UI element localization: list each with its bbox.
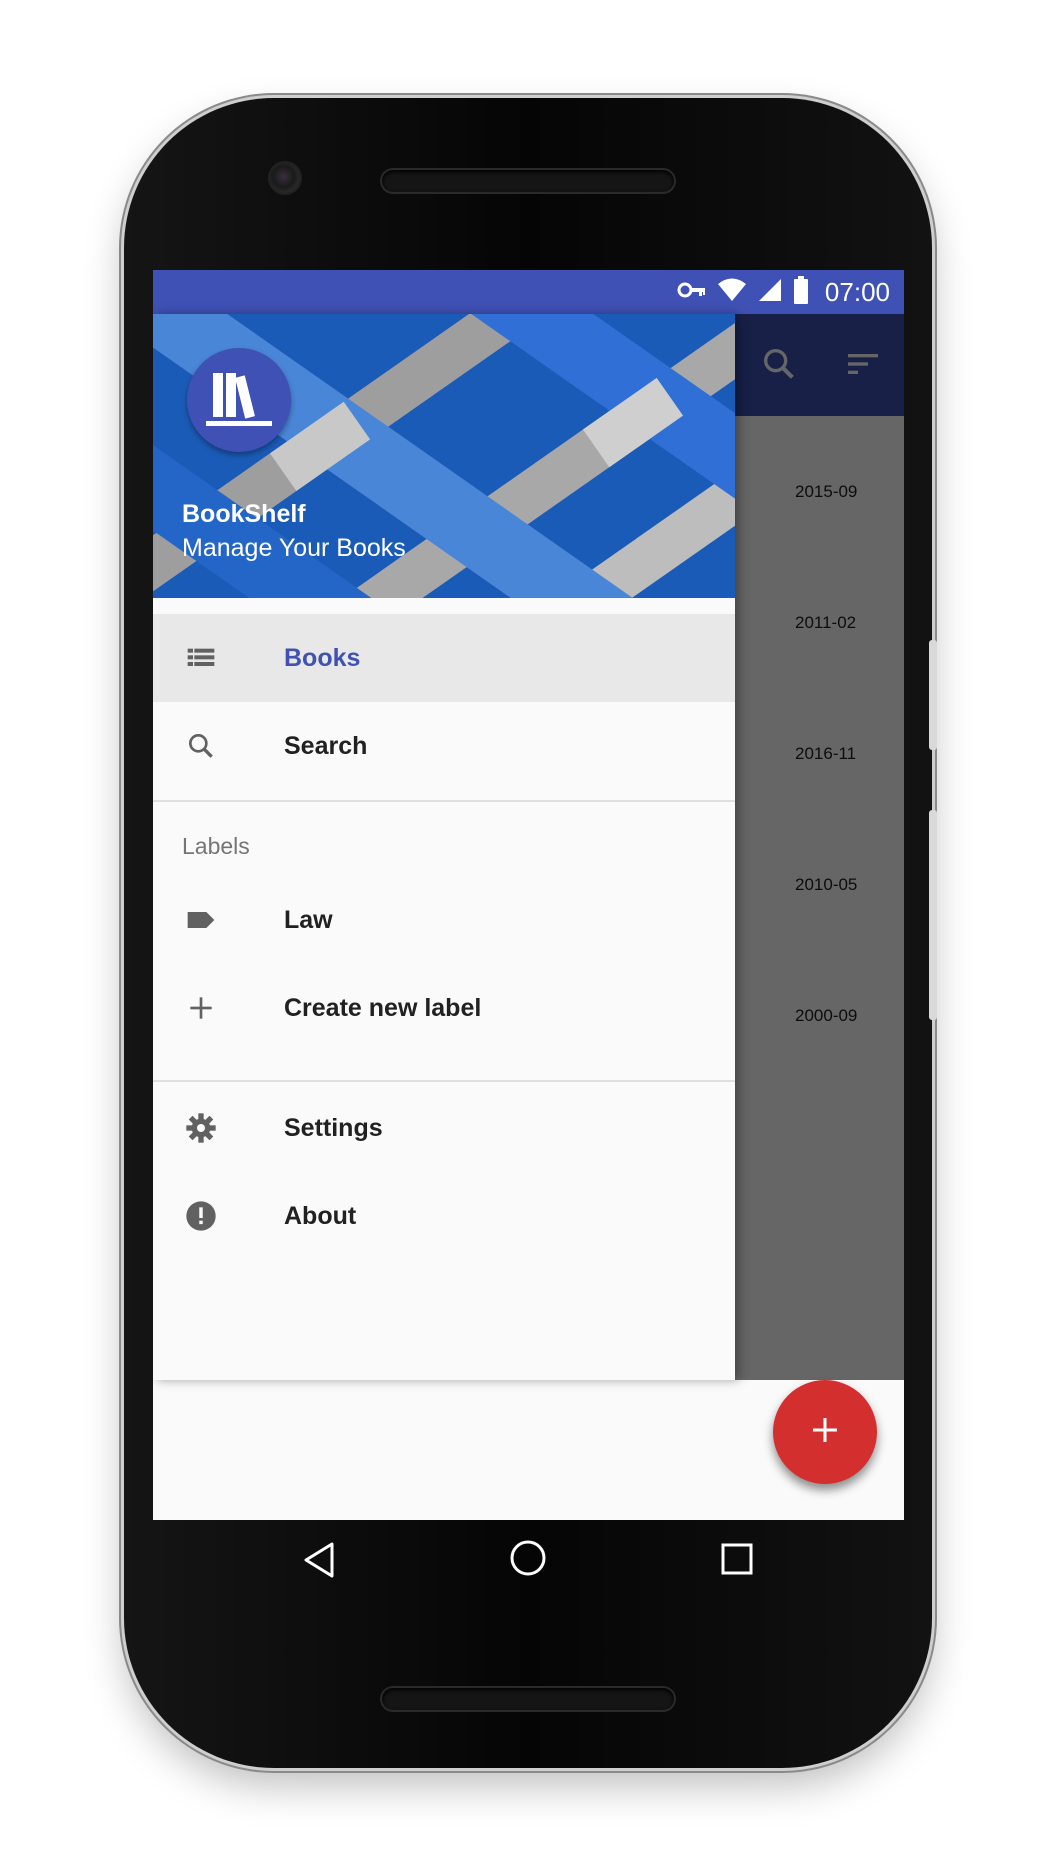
battery-icon xyxy=(793,275,809,309)
drawer-item-label: Books xyxy=(284,643,361,672)
plus-icon xyxy=(807,1412,843,1453)
volume-button xyxy=(929,810,937,1020)
drawer-item-label: Settings xyxy=(284,1113,383,1142)
drawer-item-settings[interactable]: Settings xyxy=(153,1084,735,1172)
drawer-item-law[interactable]: Law xyxy=(153,876,735,964)
drawer-item-search[interactable]: Search xyxy=(153,702,735,790)
search-icon xyxy=(185,730,217,762)
back-icon[interactable] xyxy=(300,1540,338,1585)
vpn-key-icon xyxy=(677,278,707,307)
home-icon[interactable] xyxy=(508,1538,548,1583)
top-speaker xyxy=(382,170,674,192)
status-bar: 07:00 xyxy=(153,270,904,314)
wifi-icon xyxy=(717,277,747,308)
drawer-header: BookShelf Manage Your Books xyxy=(153,314,735,598)
drawer-item-about[interactable]: About xyxy=(153,1172,735,1260)
drawer-item-label: About xyxy=(284,1201,357,1230)
info-alert-icon xyxy=(185,1200,217,1232)
signal-icon xyxy=(757,277,783,308)
drawer-title: BookShelf xyxy=(182,500,306,528)
app-avatar[interactable] xyxy=(187,348,291,452)
plus-icon xyxy=(185,992,217,1024)
drawer-item-books[interactable]: Books xyxy=(153,614,735,702)
labels-section-title: Labels xyxy=(182,833,250,859)
power-button xyxy=(929,640,937,750)
screen: 2015-09 2011-02 2016-11 2010-05 2000-09 … xyxy=(153,270,904,1520)
add-book-fab[interactable] xyxy=(773,1380,877,1484)
label-tag-icon xyxy=(185,904,217,936)
drawer-divider xyxy=(153,1080,735,1082)
drawer-subtitle: Manage Your Books xyxy=(182,534,406,562)
bottom-speaker xyxy=(382,1688,674,1710)
drawer-item-create-label[interactable]: Create new label xyxy=(153,964,735,1052)
gear-icon xyxy=(185,1112,217,1144)
drawer-item-label: Create new label xyxy=(284,993,482,1022)
list-icon xyxy=(185,642,217,674)
navigation-drawer: BookShelf Manage Your Books Books Search… xyxy=(153,314,735,1380)
drawer-item-label: Law xyxy=(284,905,333,934)
drawer-item-label: Search xyxy=(284,731,368,760)
recents-icon[interactable] xyxy=(720,1542,754,1581)
front-camera xyxy=(270,163,300,193)
status-time: 07:00 xyxy=(824,276,890,307)
books-icon xyxy=(203,367,275,434)
drawer-divider xyxy=(153,800,735,802)
